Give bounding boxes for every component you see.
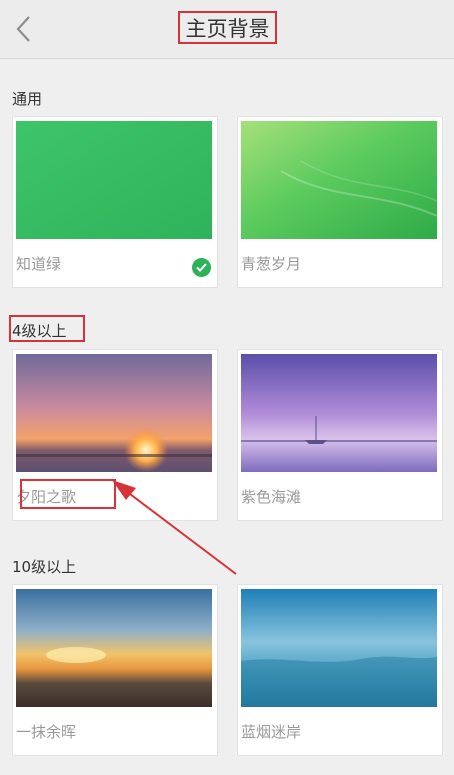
top-bar: 主页背景 xyxy=(0,0,454,59)
background-label: 知道绿 xyxy=(16,255,62,273)
chevron-left-icon xyxy=(16,16,30,42)
background-label: 一抹余晖 xyxy=(16,723,77,741)
background-label: 紫色海滩 xyxy=(241,488,302,506)
back-button[interactable] xyxy=(8,12,38,46)
background-thumbnail xyxy=(16,121,212,239)
background-thumbnail xyxy=(16,354,212,472)
background-card-blue-mist[interactable]: 蓝烟迷岸 xyxy=(237,584,443,756)
selected-check-icon xyxy=(192,258,211,277)
page-title: 主页背景 xyxy=(178,11,277,44)
background-card-afterglow[interactable]: 一抹余晖 xyxy=(12,584,218,756)
background-card-zhidaolv[interactable]: 知道绿 xyxy=(12,116,218,288)
background-thumbnail xyxy=(241,354,437,472)
background-label: 青葱岁月 xyxy=(241,255,302,273)
background-thumbnail xyxy=(241,121,437,239)
background-label: 蓝烟迷岸 xyxy=(241,723,302,741)
background-card-qingcong[interactable]: 青葱岁月 xyxy=(237,116,443,288)
annotation-arrow xyxy=(112,480,237,575)
background-thumbnail xyxy=(241,589,437,707)
section-title-general: 通用 xyxy=(12,90,43,108)
background-card-purple-beach[interactable]: 紫色海滩 xyxy=(237,349,443,521)
section-title-level10: 10级以上 xyxy=(12,558,77,576)
annotation-highlight xyxy=(9,315,85,342)
background-thumbnail xyxy=(16,589,212,707)
